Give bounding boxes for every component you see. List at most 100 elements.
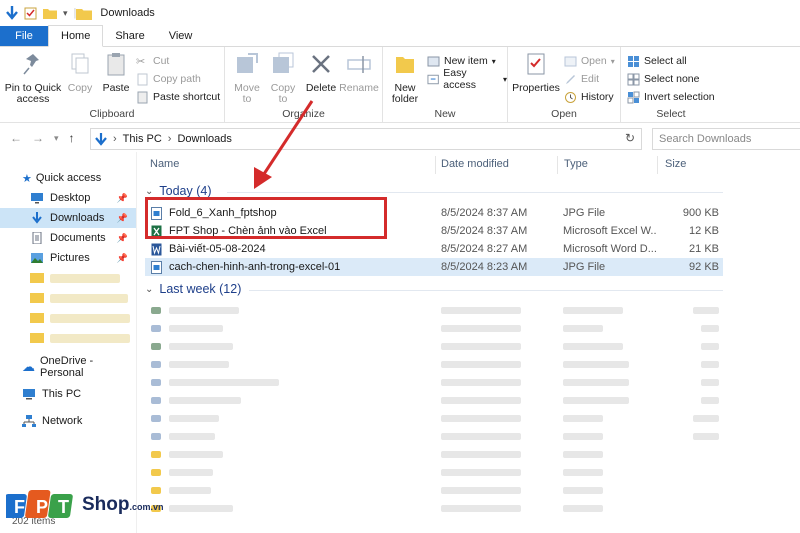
move-to-icon bbox=[237, 53, 258, 73]
new-folder-button[interactable]: New folder bbox=[387, 51, 423, 105]
group-header-last-week[interactable]: ⌄ Last week (12) bbox=[145, 282, 241, 296]
rename-button[interactable]: Rename bbox=[339, 51, 379, 94]
sidebar-item-documents[interactable]: Documents 📌 bbox=[0, 228, 136, 248]
forward-arrow-icon[interactable]: → bbox=[32, 131, 44, 145]
breadcrumb-this-pc[interactable]: This PC bbox=[123, 133, 162, 145]
blurred-file-row[interactable] bbox=[145, 482, 723, 500]
open-icon bbox=[564, 56, 577, 66]
address-bar[interactable]: › This PC › Downloads bbox=[90, 128, 642, 150]
navigation-pane: ★ Quick access Desktop 📌 Downloads 📌 Doc… bbox=[0, 152, 137, 533]
folder-icon bbox=[30, 293, 44, 303]
sidebar-item-blurred[interactable] bbox=[0, 308, 136, 328]
highlight-box bbox=[145, 197, 387, 239]
paste-button[interactable]: Paste bbox=[98, 51, 134, 94]
copy-icon bbox=[71, 53, 89, 74]
pin-icon[interactable]: 📌 bbox=[117, 233, 128, 244]
cloud-icon: ☁ bbox=[22, 359, 35, 374]
pin-icon[interactable]: 📌 bbox=[117, 213, 128, 224]
sidebar-item-this-pc[interactable]: This PC bbox=[0, 384, 136, 404]
copy-path-button[interactable]: Copy path bbox=[136, 71, 201, 87]
edit-button[interactable]: Edit bbox=[564, 71, 599, 87]
sidebar-item-blurred[interactable] bbox=[0, 328, 136, 348]
open-group-label: Open bbox=[551, 108, 577, 120]
edit-label: Edit bbox=[581, 73, 600, 85]
back-arrow-icon[interactable]: ← bbox=[10, 131, 22, 145]
breadcrumb-downloads[interactable]: Downloads bbox=[177, 133, 231, 145]
easy-access-button[interactable]: Easy access ▾ bbox=[427, 67, 507, 91]
select-all-button[interactable]: Select all bbox=[627, 53, 687, 69]
blurred-file-row[interactable] bbox=[145, 338, 723, 356]
blurred-file-row[interactable] bbox=[145, 446, 723, 464]
refresh-icon[interactable]: ↻ bbox=[625, 131, 635, 145]
blurred-file-row[interactable] bbox=[145, 392, 723, 410]
column-divider[interactable] bbox=[435, 156, 436, 174]
sidebar-item-quick-access[interactable]: ★ Quick access bbox=[0, 168, 136, 188]
sidebar-item-blurred[interactable] bbox=[0, 288, 136, 308]
history-button[interactable]: History bbox=[564, 89, 614, 105]
cut-button[interactable]: ✂ Cut bbox=[136, 53, 169, 69]
blurred-file-row[interactable] bbox=[145, 302, 723, 320]
blurred-file-row[interactable] bbox=[145, 500, 723, 518]
tab-view[interactable]: View bbox=[157, 26, 205, 46]
column-header-date[interactable]: Date modified bbox=[441, 158, 509, 170]
history-label: History bbox=[581, 91, 614, 103]
sidebar-item-downloads[interactable]: Downloads 📌 bbox=[0, 208, 136, 228]
open-button[interactable]: Open ▾ bbox=[564, 53, 615, 69]
tab-home[interactable]: Home bbox=[48, 25, 104, 47]
blurred-file-row[interactable] bbox=[145, 410, 723, 428]
sidebar-item-network[interactable]: Network bbox=[0, 411, 136, 431]
column-divider[interactable] bbox=[557, 156, 558, 174]
pin-icon[interactable]: 📌 bbox=[117, 193, 128, 204]
blurred-file-row[interactable] bbox=[145, 356, 723, 374]
column-divider[interactable] bbox=[657, 156, 658, 174]
blurred-file-row[interactable] bbox=[145, 428, 723, 446]
customize-toolbar-icon[interactable]: ▾ bbox=[63, 8, 68, 19]
copy-button[interactable]: Copy bbox=[64, 51, 96, 94]
invert-selection-label: Invert selection bbox=[644, 91, 715, 103]
sidebar-item-blurred[interactable] bbox=[0, 268, 136, 288]
folder-icon[interactable] bbox=[43, 7, 57, 19]
properties-button[interactable]: Properties bbox=[512, 51, 560, 94]
delete-button[interactable]: Delete bbox=[303, 51, 339, 94]
blurred-file-row[interactable] bbox=[145, 320, 723, 338]
column-header-size[interactable]: Size bbox=[665, 158, 686, 170]
copy-path-label: Copy path bbox=[153, 73, 201, 85]
sidebar-item-pictures[interactable]: Pictures 📌 bbox=[0, 248, 136, 268]
new-group-label: New bbox=[434, 108, 456, 120]
blurred-file-row[interactable] bbox=[145, 464, 723, 482]
group-header-today[interactable]: ⌄ Today (4) bbox=[145, 184, 212, 198]
delete-icon bbox=[312, 55, 330, 73]
sidebar-item-desktop[interactable]: Desktop 📌 bbox=[0, 188, 136, 208]
rename-label: Rename bbox=[339, 82, 379, 94]
history-icon bbox=[565, 91, 576, 103]
column-header-name[interactable]: Name bbox=[150, 158, 179, 170]
paste-shortcut-button[interactable]: Paste shortcut bbox=[136, 89, 220, 105]
pin-icon[interactable]: 📌 bbox=[117, 253, 128, 264]
folder-icon bbox=[30, 333, 44, 343]
up-arrow-icon[interactable]: ↑ bbox=[69, 131, 75, 145]
select-none-icon bbox=[627, 73, 640, 85]
select-none-button[interactable]: Select none bbox=[627, 71, 699, 87]
file-row[interactable]: Bài-viết-05-08-2024 8/5/2024 8:27 AM Mic… bbox=[145, 240, 723, 258]
easy-access-icon bbox=[427, 74, 439, 84]
invert-selection-button[interactable]: Invert selection bbox=[627, 89, 715, 105]
pictures-icon bbox=[31, 253, 43, 263]
fpt-logo-icon: F P T bbox=[6, 490, 73, 518]
search-input[interactable]: Search Downloads bbox=[652, 128, 800, 150]
tab-file[interactable]: File bbox=[0, 26, 48, 46]
tab-share[interactable]: Share bbox=[103, 26, 156, 46]
blurred-file-row[interactable] bbox=[145, 374, 723, 392]
pin-quick-access-button[interactable]: Pin to Quick access bbox=[4, 51, 62, 105]
sidebar-label: Network bbox=[42, 415, 83, 427]
checkbox-icon[interactable] bbox=[24, 7, 37, 20]
file-row[interactable]: cach-chen-hinh-anh-trong-excel-01 8/5/20… bbox=[145, 258, 723, 276]
clipboard-group: Pin to Quick access Copy Paste ✂ Cut Copy… bbox=[0, 47, 225, 122]
file-date: 8/5/2024 8:37 AM bbox=[441, 225, 528, 237]
image-file-icon bbox=[151, 260, 162, 274]
recent-locations-icon[interactable]: ▾ bbox=[54, 133, 59, 144]
sidebar-item-onedrive[interactable]: ☁ OneDrive - Personal bbox=[0, 355, 136, 379]
pin-icon bbox=[23, 54, 39, 75]
column-header-type[interactable]: Type bbox=[564, 158, 588, 170]
down-arrow-icon[interactable] bbox=[6, 6, 18, 20]
documents-icon bbox=[32, 232, 42, 244]
